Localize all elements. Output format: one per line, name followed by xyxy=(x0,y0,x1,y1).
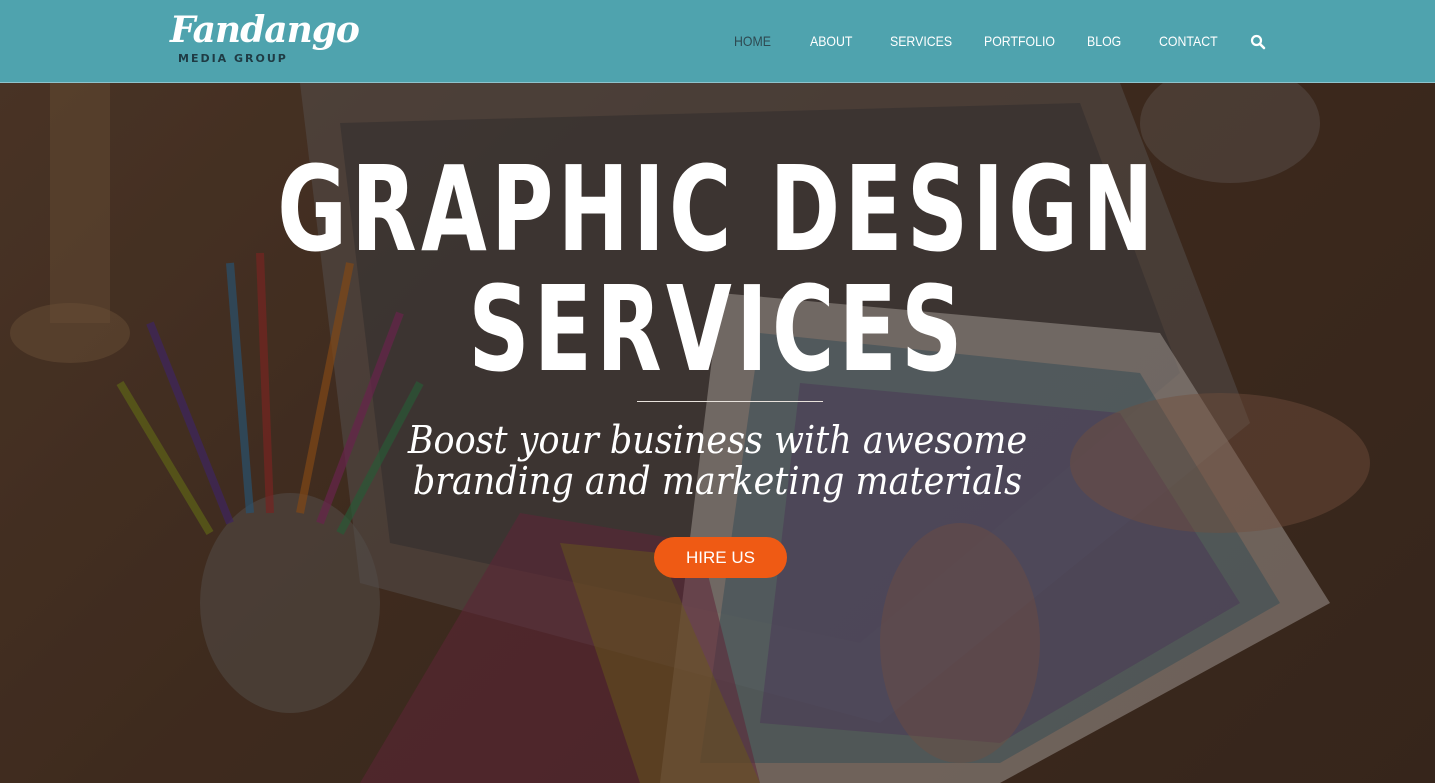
search-icon[interactable] xyxy=(1250,34,1266,50)
hero-tagline-line-2: branding and marketing materials xyxy=(412,459,1023,503)
nav-item-blog[interactable]: BLOG xyxy=(1087,33,1121,49)
hero-tagline-line-1: Boost your business with awesome xyxy=(407,418,1028,462)
hero-title-line-1: GRAPHIC DESIGN xyxy=(277,140,1158,278)
hero-title-line-2: SERVICES xyxy=(468,260,967,398)
brand-logo[interactable]: Fandango MEDIA GROUP xyxy=(170,8,360,70)
hire-us-button[interactable]: HIRE US xyxy=(654,537,787,578)
nav-item-contact[interactable]: CONTACT xyxy=(1159,33,1218,49)
nav-item-portfolio[interactable]: PORTFOLIO xyxy=(984,33,1055,49)
nav-item-about[interactable]: ABOUT xyxy=(810,33,852,49)
logo-subtitle: MEDIA GROUP xyxy=(178,52,288,65)
title-divider xyxy=(637,401,823,402)
logo-script-text: Fandango xyxy=(170,9,360,51)
nav-item-services[interactable]: SERVICES xyxy=(890,33,952,49)
site-header: Fandango MEDIA GROUP HOME ABOUT SERVICES… xyxy=(0,0,1435,83)
nav-item-home[interactable]: HOME xyxy=(734,33,771,49)
